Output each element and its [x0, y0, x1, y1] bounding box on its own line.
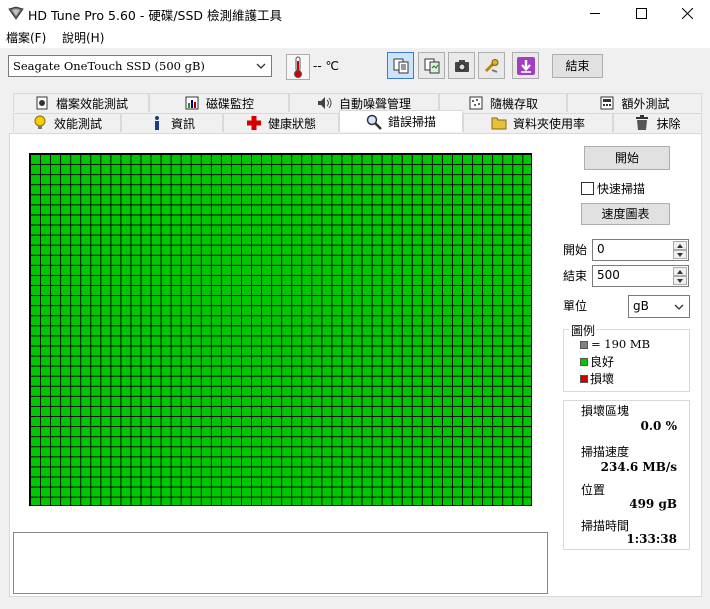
- close-icon: [681, 7, 693, 19]
- speaker-icon: [317, 95, 333, 111]
- copy-button[interactable]: [418, 52, 445, 79]
- file-benchmark-icon: [34, 95, 50, 111]
- minimize-button[interactable]: [572, 0, 618, 26]
- unit-select[interactable]: gB: [628, 295, 690, 318]
- screenshot-button[interactable]: [448, 52, 475, 79]
- app-logo-icon: [8, 6, 24, 20]
- copy-icon: [424, 58, 439, 73]
- stat-damaged-value: 0.0 %: [640, 419, 677, 433]
- calculator-icon: [599, 95, 615, 111]
- menu-bar: 檔案(F) 說明(H): [0, 26, 710, 48]
- quick-scan-checkbox[interactable]: [581, 182, 594, 195]
- minimize-icon: [589, 12, 600, 14]
- unit-select-value: gB: [633, 299, 649, 313]
- exit-button[interactable]: 結束: [552, 54, 603, 78]
- legend-swatch-good: [580, 358, 588, 366]
- tab-info[interactable]: 資訊: [121, 113, 223, 132]
- speed-chart-button[interactable]: 速度圖表: [581, 203, 670, 225]
- end-spin-down[interactable]: [673, 276, 687, 285]
- tab-row-2: 效能測試 資訊 健康狀態 錯誤掃描 資料夾使用率 抹除: [13, 110, 702, 132]
- stat-time-value: 1:33:38: [626, 532, 677, 546]
- tab-error-scan[interactable]: 錯誤掃描: [339, 110, 463, 132]
- tab-file-benchmark[interactable]: 檔案效能測試: [13, 93, 149, 112]
- tab-health[interactable]: 健康狀態: [223, 113, 339, 132]
- legend-swatch-bad: [580, 375, 588, 383]
- thermometer-icon: [286, 54, 310, 80]
- legend-bad: 損壞: [590, 372, 615, 386]
- drive-select[interactable]: Seagate OneTouch SSD (500 gB): [8, 55, 272, 77]
- caret-down-icon: [677, 278, 683, 283]
- folder-icon: [491, 115, 507, 131]
- stat-position-label: 位置: [581, 483, 606, 497]
- title-bar: HD Tune Pro 5.60 - 硬碟/SSD 檢測維護工具: [0, 0, 710, 26]
- tab-benchmark[interactable]: 效能測試: [13, 113, 121, 132]
- close-button[interactable]: [664, 0, 710, 26]
- legend-good: 良好: [590, 355, 615, 369]
- scan-log-box[interactable]: [13, 532, 548, 594]
- tab-extra-tests[interactable]: 額外測試: [567, 93, 702, 112]
- chevron-down-icon: [674, 304, 684, 310]
- drive-select-value: Seagate OneTouch SSD (500 gB): [13, 59, 205, 73]
- quick-scan-label: 快速掃描: [597, 182, 646, 196]
- options-button[interactable]: [478, 52, 505, 79]
- scan-block-grid: [29, 153, 532, 506]
- tools-icon: [484, 58, 498, 73]
- caret-up-icon: [677, 269, 683, 274]
- download-icon: [516, 56, 535, 75]
- menu-help[interactable]: 說明(H): [62, 29, 104, 46]
- maximize-icon: [635, 7, 647, 19]
- start-position-value: 0: [597, 242, 605, 256]
- health-cross-icon: [246, 115, 262, 131]
- end-position-input[interactable]: 500: [592, 265, 689, 287]
- caret-up-icon: [677, 243, 683, 248]
- unit-label: 單位: [563, 299, 588, 313]
- stat-position-value: 499 gB: [629, 497, 677, 511]
- lightbulb-icon: [32, 115, 48, 131]
- legend-block-size: = 190 MB: [591, 337, 651, 351]
- end-position-label: 結束: [563, 269, 588, 283]
- menu-file[interactable]: 檔案(F): [6, 29, 46, 46]
- start-spin-up[interactable]: [673, 241, 687, 250]
- stat-speed-value: 234.6 MB/s: [600, 460, 677, 474]
- trash-icon: [634, 115, 650, 131]
- start-position-label: 開始: [563, 243, 588, 257]
- copy-text-icon: [393, 58, 408, 73]
- temperature-readout: -- ℃: [313, 59, 339, 73]
- toolbar: Seagate OneTouch SSD (500 gB) -- ℃ 結束: [0, 48, 710, 88]
- camera-icon: [454, 59, 469, 72]
- maximize-button[interactable]: [618, 0, 664, 26]
- info-icon: [149, 115, 165, 131]
- stat-speed-label: 掃描速度: [581, 445, 630, 459]
- chevron-down-icon: [256, 63, 266, 69]
- tab-folder-usage[interactable]: 資料夾使用率: [463, 113, 613, 132]
- bar-chart-icon: [184, 95, 200, 111]
- save-button[interactable]: [512, 52, 539, 79]
- copy-text-button[interactable]: [387, 52, 414, 79]
- legend-swatch-block: [580, 341, 588, 349]
- end-spin-up[interactable]: [673, 267, 687, 276]
- stat-damaged-label: 損壞區塊: [581, 404, 630, 418]
- magnifier-icon: [366, 114, 382, 130]
- scatter-icon: [468, 95, 484, 111]
- window-title: HD Tune Pro 5.60 - 硬碟/SSD 檢測維護工具: [28, 8, 283, 23]
- start-scan-button[interactable]: 開始: [584, 146, 670, 170]
- caret-down-icon: [677, 252, 683, 257]
- end-position-value: 500: [597, 268, 620, 282]
- start-position-input[interactable]: 0: [592, 239, 689, 261]
- tab-erase[interactable]: 抹除: [613, 113, 702, 132]
- start-spin-down[interactable]: [673, 250, 687, 259]
- tab-disk-monitor[interactable]: 磁碟監控: [149, 93, 289, 112]
